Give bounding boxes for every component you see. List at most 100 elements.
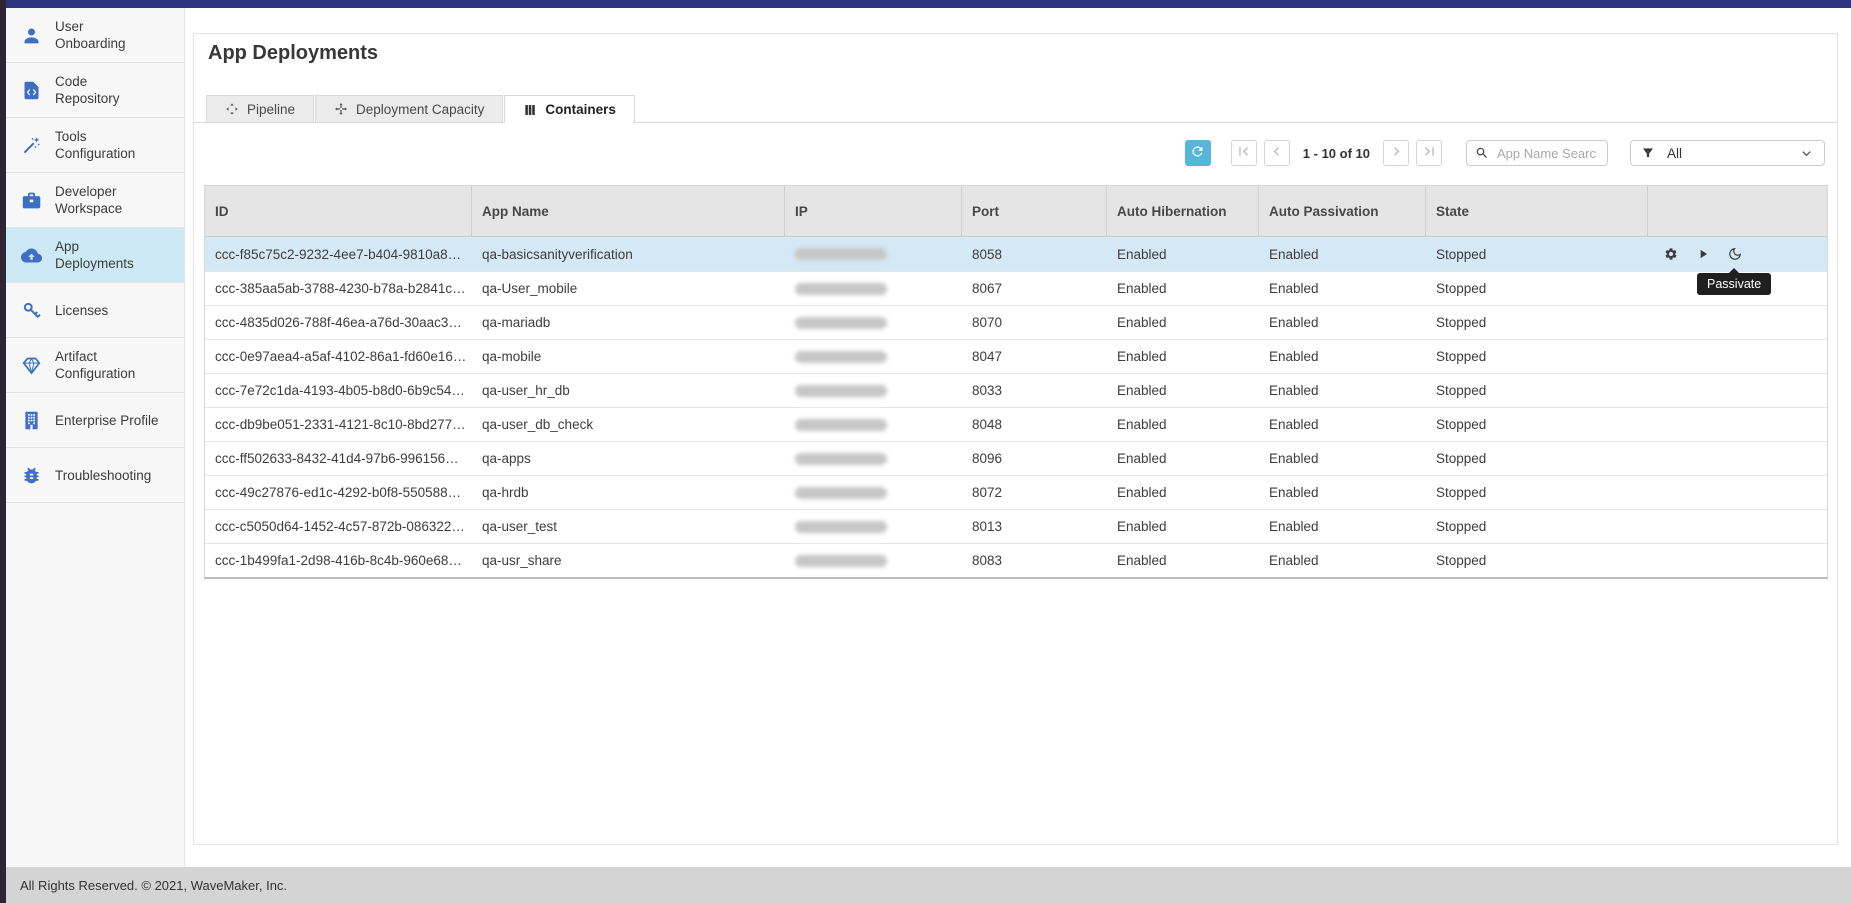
cell-auto-hibernation: Enabled — [1107, 544, 1259, 577]
table-row[interactable]: ccc-c5050d64-1452-4c57-872b-086322…qa-us… — [205, 509, 1827, 543]
cell-ip — [785, 340, 962, 373]
pagination: 1 - 10 of 10 — [1231, 140, 1442, 166]
cell-port: 8013 — [962, 510, 1107, 543]
sidebar-item-code-repository[interactable]: Code Repository — [6, 63, 184, 118]
cell-app-name: qa-apps — [472, 442, 785, 475]
moon-icon — [1728, 247, 1742, 261]
gear-icon — [1664, 247, 1678, 261]
play-icon — [1696, 247, 1710, 261]
cell-id: ccc-f85c75c2-9232-4ee7-b404-9810a8… — [205, 237, 472, 271]
cloud-upload-icon — [20, 244, 42, 266]
search-input[interactable] — [1495, 145, 1599, 162]
table-row[interactable]: ccc-385aa5ab-3788-4230-b78a-b2841c…qa-Us… — [205, 271, 1827, 305]
tab-containers[interactable]: Containers — [504, 95, 635, 123]
chevron-down-icon — [1799, 146, 1814, 161]
sidebar-item-label: Licenses — [55, 302, 108, 319]
cell-state: Stopped — [1426, 408, 1648, 441]
ip-redacted-value — [795, 248, 887, 260]
sidebar-item-enterprise-profile[interactable]: Enterprise Profile — [6, 393, 184, 448]
cell-port: 8096 — [962, 442, 1107, 475]
cell-auto-hibernation: Enabled — [1107, 442, 1259, 475]
bug-icon — [20, 464, 42, 486]
sidebar-item-developer-workspace[interactable]: Developer Workspace — [6, 173, 184, 228]
cell-actions — [1648, 374, 1827, 407]
sidebar-item-tools-configuration[interactable]: Tools Configuration — [6, 118, 184, 173]
chevron-left-icon — [1268, 143, 1285, 163]
column-header-label: App Name — [482, 204, 549, 219]
sidebar-item-app-deployments[interactable]: App Deployments — [6, 228, 184, 283]
cell-app-name: qa-user_db_check — [472, 408, 785, 441]
last-page-button[interactable] — [1416, 140, 1442, 166]
cell-actions — [1648, 442, 1827, 475]
sidebar-item-label: Enterprise Profile — [55, 412, 159, 429]
sidebar-item-artifact-configuration[interactable]: Artifact Configuration — [6, 338, 184, 393]
app-root: User OnboardingCode RepositoryTools Conf… — [0, 0, 1851, 903]
cell-ip — [785, 272, 962, 305]
tab-bar: PipelineDeployment CapacityContainers — [194, 95, 1837, 123]
filter-dropdown[interactable]: All — [1630, 140, 1825, 166]
column-header-ip: IP — [785, 186, 962, 236]
cell-id: ccc-0e97aea4-a5af-4102-86a1-fd60e16… — [205, 340, 472, 373]
table-row[interactable]: ccc-0e97aea4-a5af-4102-86a1-fd60e16…qa-m… — [205, 339, 1827, 373]
tooltip-label: Passivate — [1707, 277, 1761, 291]
table-body: ccc-f85c75c2-9232-4ee7-b404-9810a8…qa-ba… — [205, 237, 1827, 577]
cell-actions — [1648, 510, 1827, 543]
sidebar-item-label: App Deployments — [55, 238, 151, 272]
ip-redacted-value — [795, 283, 887, 295]
column-header-label: Auto Passivation — [1269, 204, 1379, 219]
cell-state: Stopped — [1426, 272, 1648, 305]
cell-state: Stopped — [1426, 340, 1648, 373]
column-header-port: Port — [962, 186, 1107, 236]
cell-auto-hibernation: Enabled — [1107, 510, 1259, 543]
column-header-label: Auto Hibernation — [1117, 204, 1227, 219]
table-row[interactable]: ccc-49c27876-ed1c-4292-b0f8-550588…qa-hr… — [205, 475, 1827, 509]
tab-deployment-capacity[interactable]: Deployment Capacity — [315, 95, 503, 122]
table-row[interactable]: ccc-4835d026-788f-46ea-a76d-30aac3…qa-ma… — [205, 305, 1827, 339]
cell-state: Stopped — [1426, 237, 1648, 271]
cell-ip — [785, 442, 962, 475]
prev-page-button[interactable] — [1264, 140, 1290, 166]
tooltip: Passivate — [1697, 273, 1771, 295]
cell-auto-passivation: Enabled — [1259, 408, 1426, 441]
search-icon — [1475, 146, 1489, 160]
cell-auto-passivation: Enabled — [1259, 237, 1426, 271]
ip-redacted-value — [795, 487, 887, 499]
cell-ip — [785, 510, 962, 543]
table-row[interactable]: ccc-ff502633-8432-41d4-97b6-996156…qa-ap… — [205, 441, 1827, 475]
table-row[interactable]: ccc-7e72c1da-4193-4b05-b8d0-6b9c54…qa-us… — [205, 373, 1827, 407]
refresh-icon — [1190, 144, 1205, 162]
cell-auto-passivation: Enabled — [1259, 442, 1426, 475]
first-page-icon — [1235, 143, 1252, 163]
ip-redacted-value — [795, 419, 887, 431]
first-page-button[interactable] — [1231, 140, 1257, 166]
search-box[interactable] — [1466, 140, 1608, 166]
cell-state: Stopped — [1426, 306, 1648, 339]
cell-app-name: qa-user_hr_db — [472, 374, 785, 407]
cell-ip — [785, 306, 962, 339]
sidebar-item-troubleshooting[interactable]: Troubleshooting — [6, 448, 184, 503]
cell-id: ccc-49c27876-ed1c-4292-b0f8-550588… — [205, 476, 472, 509]
cell-state: Stopped — [1426, 510, 1648, 543]
refresh-button[interactable] — [1185, 140, 1211, 166]
cell-auto-hibernation: Enabled — [1107, 476, 1259, 509]
column-header-state: State — [1426, 186, 1648, 236]
cell-auto-hibernation: Enabled — [1107, 237, 1259, 271]
tab-pipeline[interactable]: Pipeline — [206, 95, 314, 122]
sidebar-item-licenses[interactable]: Licenses — [6, 283, 184, 338]
table-row[interactable]: ccc-f85c75c2-9232-4ee7-b404-9810a8…qa-ba… — [205, 237, 1827, 271]
next-page-button[interactable] — [1383, 140, 1409, 166]
sidebar: User OnboardingCode RepositoryTools Conf… — [6, 8, 185, 867]
table-row[interactable]: ccc-1b499fa1-2d98-416b-8c4b-960e68…qa-us… — [205, 543, 1827, 577]
settings-button[interactable] — [1662, 245, 1680, 263]
cell-port: 8058 — [962, 237, 1107, 271]
move-icon — [334, 102, 348, 116]
table-row[interactable]: ccc-db9be051-2331-4121-8c10-8bd277…qa-us… — [205, 407, 1827, 441]
column-header-label: State — [1436, 204, 1469, 219]
sidebar-item-user-onboarding[interactable]: User Onboarding — [6, 8, 184, 63]
cell-id: ccc-7e72c1da-4193-4b05-b8d0-6b9c54… — [205, 374, 472, 407]
passivate-button[interactable] — [1726, 245, 1744, 263]
column-header-actions — [1648, 186, 1827, 236]
start-button[interactable] — [1694, 245, 1712, 263]
cell-port: 8070 — [962, 306, 1107, 339]
wand-icon — [20, 134, 42, 156]
